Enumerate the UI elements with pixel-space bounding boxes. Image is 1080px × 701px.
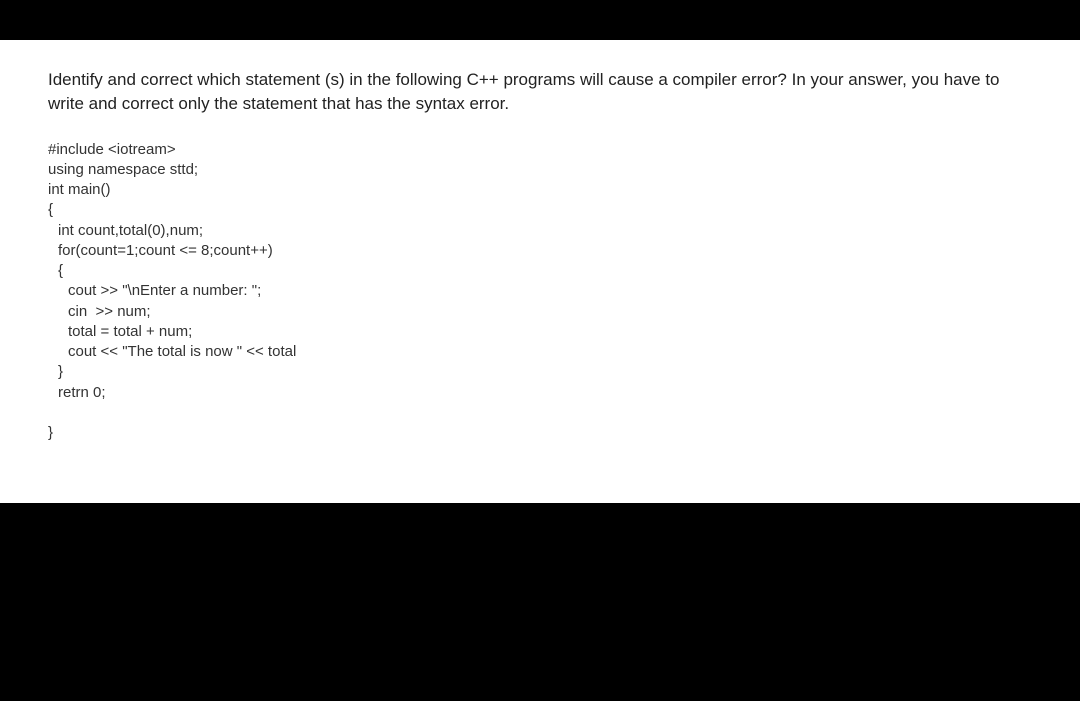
code-line-3: int main() — [48, 180, 1032, 200]
document-page: Identify and correct which statement (s)… — [0, 40, 1080, 503]
code-line-1: #include <iotream> — [48, 140, 1032, 160]
code-line-4: { — [48, 200, 1032, 220]
question-text: Identify and correct which statement (s)… — [48, 68, 1032, 116]
code-line-10: total = total + num; — [48, 322, 1032, 342]
code-block: #include <iotream> using namespace sttd;… — [48, 140, 1032, 444]
code-line-5: int count,total(0),num; — [48, 221, 1032, 241]
empty-line — [48, 403, 1032, 423]
code-line-7: { — [48, 261, 1032, 281]
code-line-14: } — [48, 423, 1032, 443]
code-line-6: for(count=1;count <= 8;count++) — [48, 241, 1032, 261]
code-line-11: cout << "The total is now " << total — [48, 342, 1032, 362]
code-line-9: cin >> num; — [48, 302, 1032, 322]
code-line-8: cout >> "\nEnter a number: "; — [48, 281, 1032, 301]
code-line-13: retrn 0; — [48, 383, 1032, 403]
code-line-12: } — [48, 362, 1032, 382]
code-line-2: using namespace sttd; — [48, 160, 1032, 180]
